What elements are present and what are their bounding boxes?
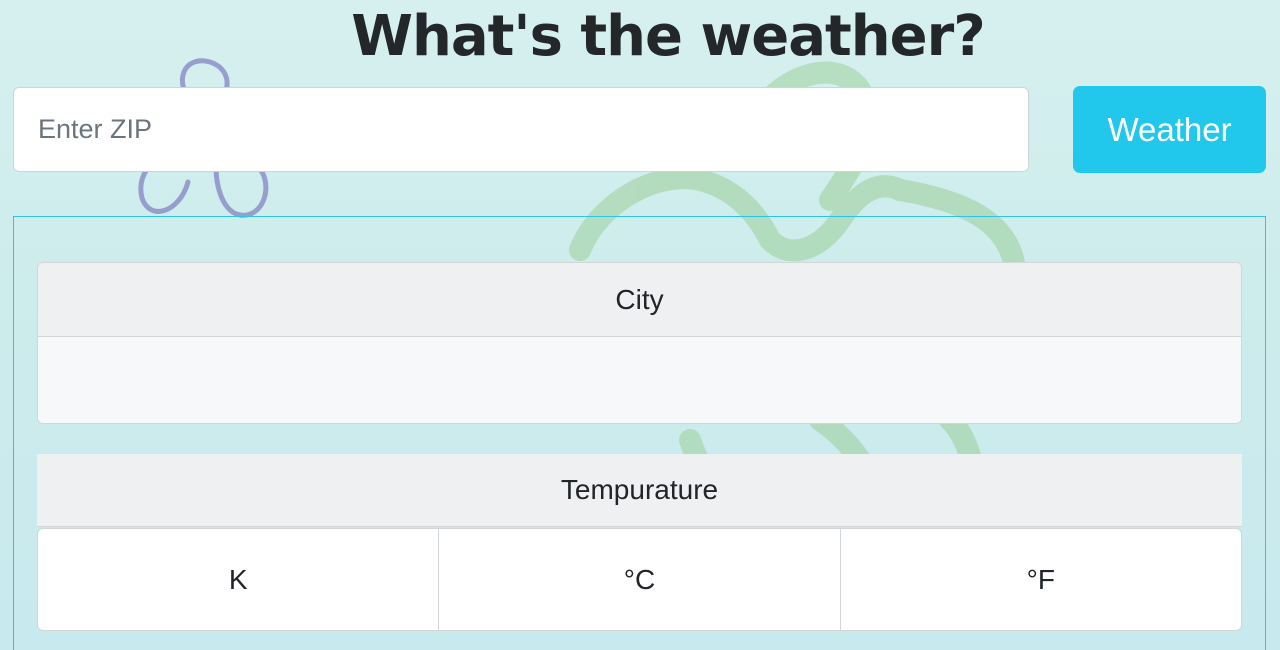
- page-title: What's the weather?: [351, 4, 986, 69]
- city-value: [38, 337, 1241, 423]
- temperature-header: Tempurature: [37, 454, 1242, 527]
- unit-celsius: °C: [439, 529, 841, 630]
- unit-fahrenheit: °F: [1026, 563, 1055, 595]
- city-card: City: [37, 262, 1242, 424]
- zip-search-input[interactable]: [13, 87, 1029, 172]
- city-header: City: [38, 263, 1241, 337]
- unit-kelvin: K: [38, 529, 440, 630]
- weather-button[interactable]: Weather: [1073, 86, 1266, 173]
- temperature-units-row: K °C °F: [37, 528, 1242, 631]
